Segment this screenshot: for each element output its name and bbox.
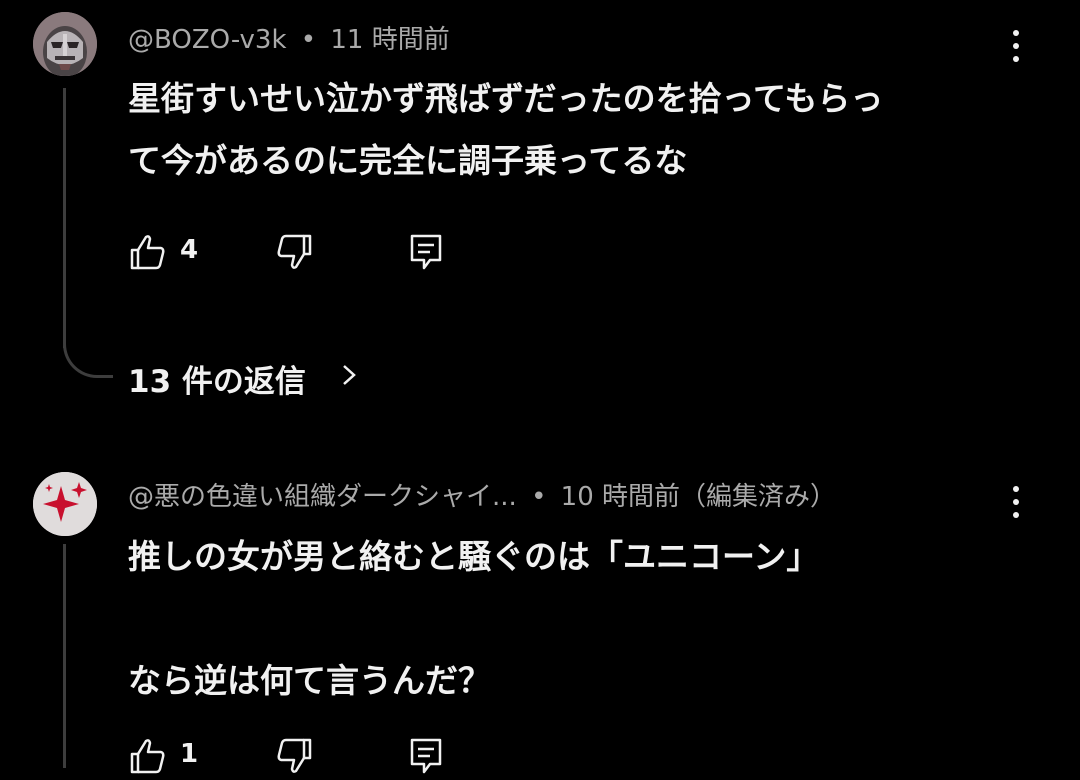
- thread-line: [63, 544, 66, 768]
- comment-blank-line: [128, 588, 1028, 650]
- dislike-button[interactable]: [274, 736, 314, 776]
- thread-connector: [63, 340, 113, 378]
- author-name[interactable]: @BOZO-v3k: [128, 25, 287, 55]
- comment-line: なら逆は何て言うんだ？: [128, 661, 491, 700]
- author-name[interactable]: @悪の色違い組織ダークシャイ...: [128, 482, 517, 512]
- timestamp[interactable]: 11 時間前: [330, 25, 449, 55]
- like-count: 1: [180, 739, 199, 769]
- separator-dot: •: [300, 25, 317, 55]
- comment-header: @悪の色違い組織ダークシャイ... • 10 時間前（編集済み）: [128, 480, 836, 514]
- comment-line: て今があるのに完全に調子乗ってるな: [128, 141, 688, 180]
- reply-comment-icon: [410, 234, 442, 270]
- red-sparkle-avatar-icon: [33, 472, 97, 536]
- more-options-button[interactable]: [1000, 26, 1032, 66]
- like-button[interactable]: [128, 736, 168, 776]
- thread-line: [63, 88, 66, 348]
- chevron-right-icon: [343, 365, 356, 385]
- metal-mask-avatar-icon: [33, 12, 97, 76]
- comment-line: 星街すいせい泣かず飛ばずだったのを拾ってもらっ: [128, 79, 884, 118]
- comment-text: 推しの女が男と絡むと騒ぐのは「ユニコーン」 なら逆は何て言うんだ？: [128, 526, 1028, 712]
- like-button[interactable]: [128, 232, 168, 272]
- replies-count-label: 13 件の返信: [128, 364, 306, 400]
- avatar-dark-shine[interactable]: [33, 472, 97, 536]
- dislike-button[interactable]: [274, 232, 314, 272]
- comment-1: @BOZO-v3k • 11 時間前 星街すいせい泣かず飛ばずだったのを拾っても…: [0, 0, 1080, 440]
- like-count: 4: [180, 235, 199, 265]
- comment-header: @BOZO-v3k • 11 時間前: [128, 23, 450, 57]
- thumbs-up-icon: [130, 235, 165, 270]
- reply-comment-icon: [410, 738, 442, 774]
- reply-button[interactable]: [406, 232, 446, 272]
- thumbs-down-icon: [277, 738, 312, 773]
- thumbs-up-icon: [130, 739, 165, 774]
- comment-2: @悪の色違い組織ダークシャイ... • 10 時間前（編集済み） 推しの女が男と…: [0, 440, 1080, 774]
- separator-dot: •: [531, 482, 547, 512]
- comment-line: 推しの女が男と絡むと騒ぐのは「ユニコーン」: [128, 537, 820, 576]
- thumbs-down-icon: [277, 234, 312, 269]
- timestamp[interactable]: 10 時間前（編集済み）: [561, 482, 836, 512]
- avatar-bozo[interactable]: [33, 12, 97, 76]
- more-options-button[interactable]: [1000, 482, 1032, 522]
- view-replies-button[interactable]: 13 件の返信: [128, 356, 356, 401]
- reply-button[interactable]: [406, 736, 446, 776]
- comment-text: 星街すいせい泣かず飛ばずだったのを拾ってもらっ て今があるのに完全に調子乗ってる…: [128, 68, 1028, 192]
